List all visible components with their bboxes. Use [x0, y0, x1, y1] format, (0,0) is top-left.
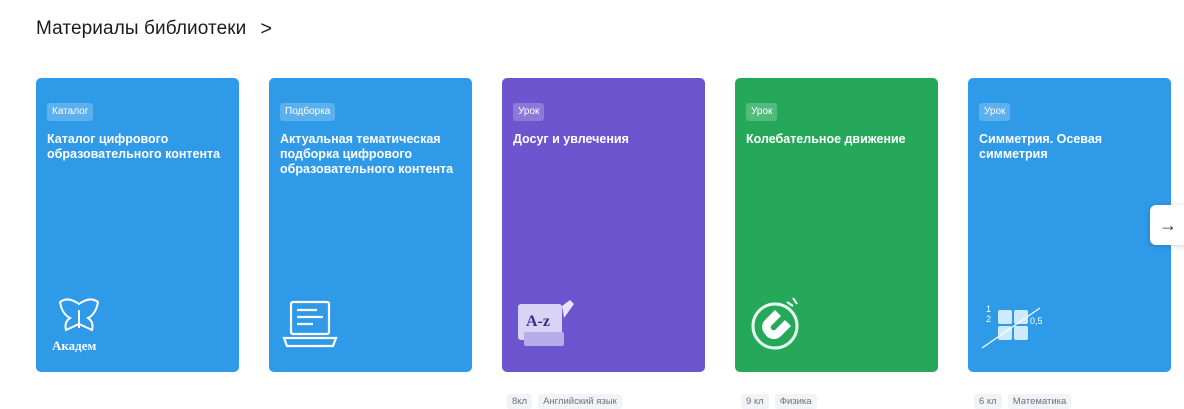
card-title: Каталог цифрового образовательного конте… [47, 132, 221, 161]
card-tag: Каталог [47, 103, 94, 121]
svg-text:A-z: A-z [526, 313, 550, 330]
svg-text:2: 2 [986, 314, 991, 324]
card-title: Досуг и увлечения [513, 132, 629, 146]
svg-text:0,5: 0,5 [1030, 316, 1042, 326]
card-tag: Урок [979, 103, 1011, 121]
card-collection[interactable]: Подборка Актуальная тематическая подборк… [269, 78, 472, 372]
card-title: Симметрия. Осевая симметрия [979, 132, 1103, 161]
card-lesson-leisure[interactable]: Урок Досуг и увлечения A-z [502, 78, 705, 372]
magnet-icon [751, 297, 799, 350]
arrow-right-icon: → [1159, 214, 1177, 235]
laptop-icon [282, 300, 338, 348]
academy-crest-icon: Академ [52, 298, 100, 353]
section-heading-link[interactable]: Материалы библиотеки > [36, 18, 272, 40]
card-tag: Урок [513, 103, 545, 121]
chevron-right-icon: > [260, 18, 273, 40]
dictionary-scroll-icon: A-z [518, 300, 574, 346]
card-lesson-oscillation[interactable]: Урок Колебательное движение [735, 78, 938, 372]
carousel-next-button[interactable]: → [1150, 205, 1184, 245]
math-grid-icon: 1 2 0,5 [981, 304, 1042, 349]
card-tag: Подборка [280, 103, 336, 121]
card-catalog[interactable]: Каталог Каталог цифрового образовательно… [36, 78, 239, 372]
card-lesson-symmetry[interactable]: Урок Симметрия. Осевая симметрия 1 2 0,5 [968, 78, 1171, 372]
svg-text:1: 1 [986, 304, 991, 314]
card-title: Актуальная тематическая подборка цифрово… [280, 132, 454, 176]
section-title: Материалы библиотеки [36, 18, 247, 39]
svg-text:Академ: Академ [52, 338, 97, 353]
card-tag: Урок [746, 103, 778, 121]
card-title: Колебательное движение [746, 132, 906, 146]
